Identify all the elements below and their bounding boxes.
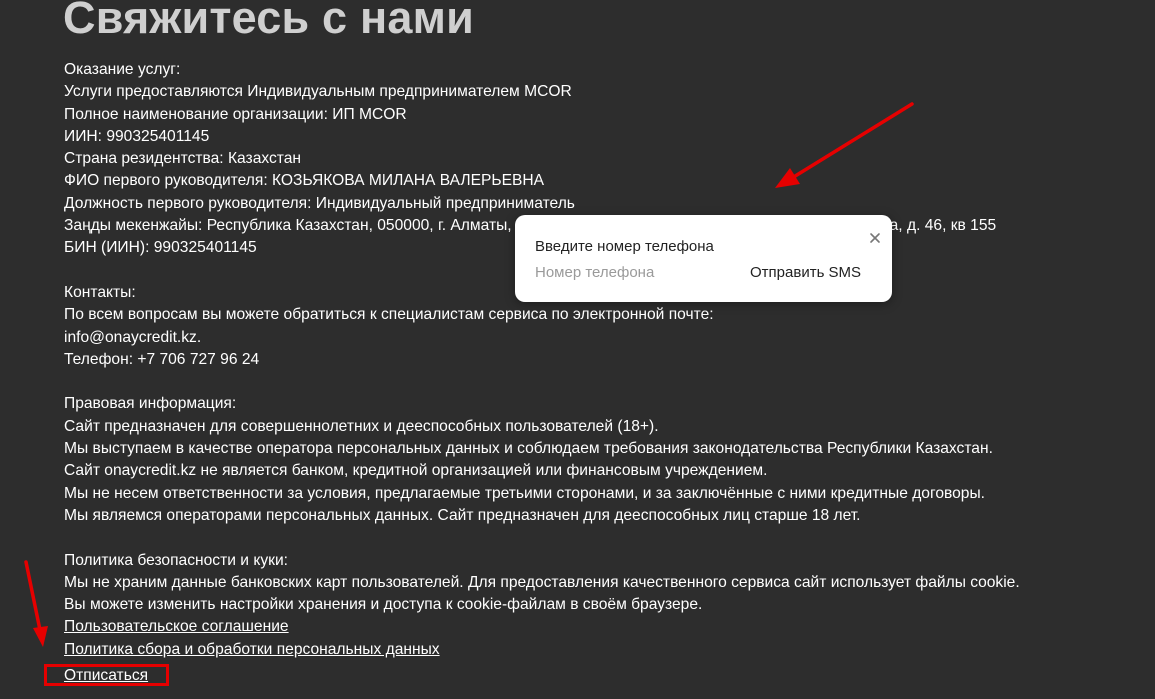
services-line: Страна резидентства: Казахстан <box>64 150 302 168</box>
contact-phone: Телефон: +7 706 727 96 24 <box>64 350 260 368</box>
contact-page: Свяжитесь с нами Оказание услуг: Услуги … <box>0 0 1155 699</box>
privacy-policy-link[interactable]: Политика сбора и обработки персональных … <box>64 641 440 658</box>
close-icon[interactable] <box>868 231 882 245</box>
services-line: Полное наименование организации: ИП MCOR <box>64 105 407 123</box>
popup-title: Введите номер телефона <box>535 238 714 255</box>
services-line: ИИН: 990325401145 <box>64 127 210 145</box>
section-spacer <box>64 371 1134 393</box>
page-content: Оказание услуг: Услуги предоставляются И… <box>64 59 1134 661</box>
security-line: Мы не храним данные банковских карт поль… <box>64 573 1020 591</box>
legal-line: Мы являемся операторами персональных дан… <box>64 506 861 524</box>
legal-line: Мы не несем ответственности за условия, … <box>64 484 985 502</box>
legal-section: Правовая информация: Сайт предназначен д… <box>64 393 1134 527</box>
arrow-to-unsubscribe-icon <box>24 560 48 647</box>
legal-heading: Правовая информация: <box>64 395 237 413</box>
legal-line: Сайт предназначен для совершеннолетних и… <box>64 417 659 435</box>
user-agreement-link[interactable]: Пользовательское соглашение <box>64 618 289 635</box>
section-spacer <box>64 527 1134 549</box>
services-line: Должность первого руководителя: Индивиду… <box>64 194 575 212</box>
page-title: Свяжитесь с нами <box>63 0 474 43</box>
contact-email: info@onaycredit.kz. <box>64 328 202 346</box>
security-section: Политика безопасности и куки: Мы не хран… <box>64 550 1134 661</box>
security-line: Вы можете изменить настройки хранения и … <box>64 596 703 614</box>
send-sms-button[interactable]: Отправить SMS <box>750 261 861 283</box>
services-line: ФИО первого руководителя: КОЗЬЯКОВА МИЛА… <box>64 172 545 190</box>
services-heading: Оказание услуг: <box>64 61 181 78</box>
unsubscribe-link[interactable]: Отписаться <box>64 665 148 687</box>
phone-input[interactable] <box>533 261 737 283</box>
services-line: Услуги предоставляются Индивидуальным пр… <box>64 83 572 101</box>
security-heading: Политика безопасности и куки: <box>64 551 288 569</box>
contacts-line: По всем вопросам вы можете обратиться к … <box>64 306 714 324</box>
phone-popup: Введите номер телефона Отправить SMS <box>515 215 892 302</box>
legal-line: Мы выступаем в качестве оператора персон… <box>64 440 993 458</box>
legal-line: Сайт onaycredit.kz не является банком, к… <box>64 462 768 480</box>
